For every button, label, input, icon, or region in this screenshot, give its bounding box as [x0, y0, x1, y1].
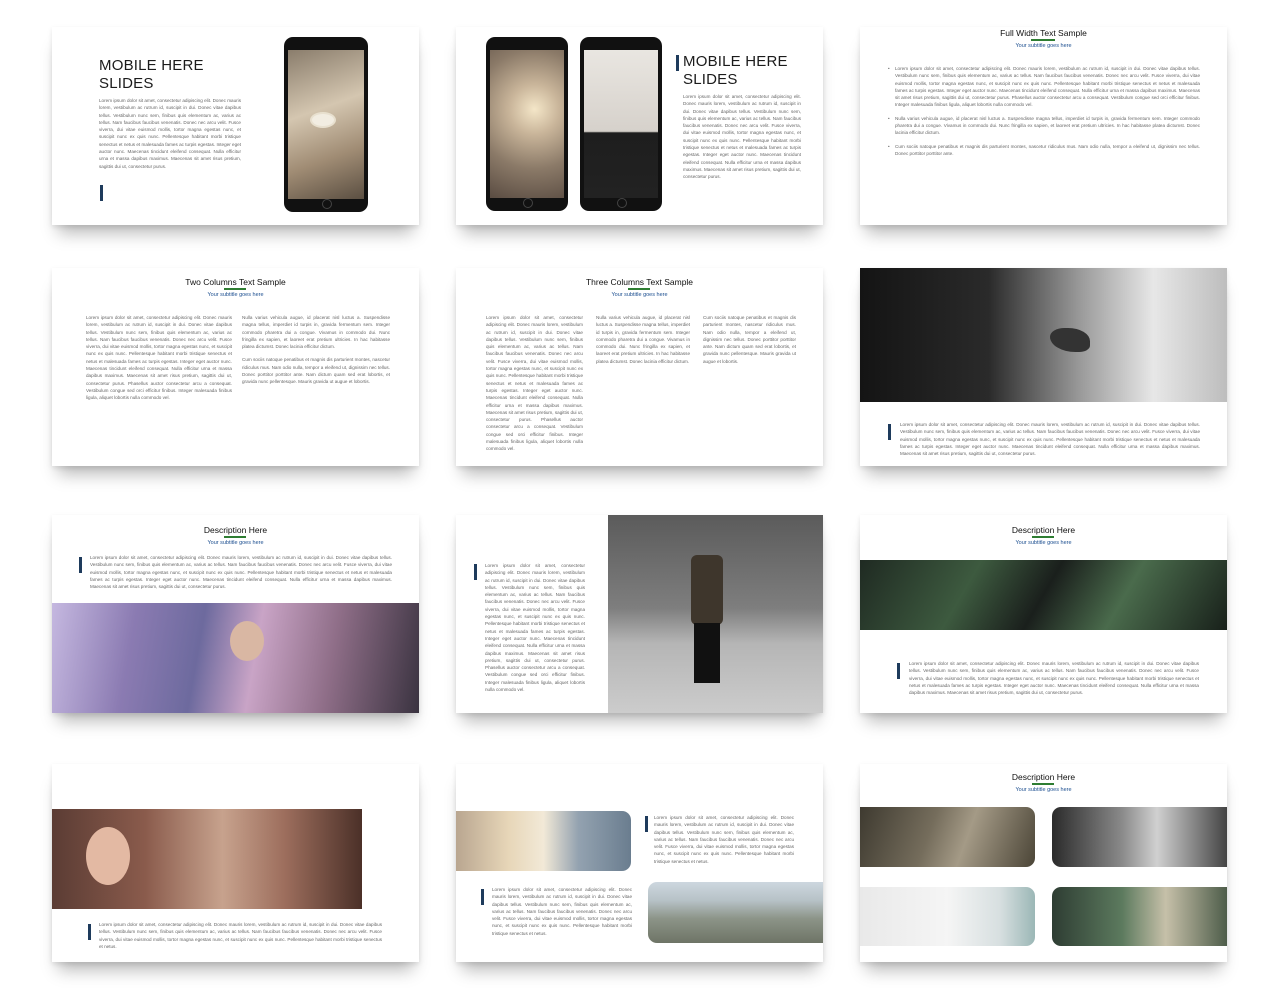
- column-left: Lorem ipsum dolor sit amet, consectetur …: [86, 315, 232, 401]
- title-underline: [628, 288, 650, 290]
- title-underline: [224, 536, 246, 538]
- slide-staggered-images[interactable]: Lorem ipsum dolor sit amet, consectetur …: [456, 764, 823, 962]
- slide-title: Description Here: [203, 525, 268, 535]
- photo-tattoo-man: [860, 268, 1227, 402]
- title-underline: [1032, 536, 1054, 538]
- accent-bar: [645, 816, 648, 832]
- accent-bar: [888, 424, 891, 440]
- slide-subtitle: Your subtitle goes here: [1015, 540, 1072, 546]
- title-line-1: MOBILE HERE: [99, 57, 204, 74]
- column-right-para-2: Cum sociis natoque penatibus et magnis d…: [242, 357, 390, 385]
- title-line-1: MOBILE HERE: [683, 53, 788, 70]
- slide-three-columns[interactable]: Three Columns Text Sample Your subtitle …: [456, 268, 823, 466]
- title-underline: [1032, 783, 1054, 785]
- slide-mobile-double[interactable]: MOBILE HERE SLIDES Lorem ipsum dolor sit…: [456, 27, 823, 225]
- slide-subtitle: Your subtitle goes here: [1015, 43, 1072, 49]
- slide-subtitle: Your subtitle goes here: [207, 540, 264, 546]
- photo-monstera-leaves: [860, 560, 1227, 630]
- column-right: Nulla varius vehicula augue, id placerat…: [242, 314, 390, 434]
- photo-leaf-hand: [860, 807, 1035, 867]
- accent-bar: [79, 557, 82, 573]
- accent-bar: [481, 889, 484, 905]
- body-text: Lorem ipsum dolor sit amet, consectetur …: [888, 65, 1200, 163]
- home-button-icon: [322, 199, 332, 209]
- body-text: Lorem ipsum dolor sit amet, consectetur …: [99, 98, 241, 169]
- column-right-para-1: Nulla varius vehicula augue, id placerat…: [242, 315, 390, 350]
- phone-photo-couple: [490, 50, 564, 198]
- accent-bar: [676, 55, 679, 71]
- title-line-2: SLIDES: [683, 71, 738, 88]
- home-button-icon: [617, 198, 627, 208]
- phone-mockup-left: [486, 37, 568, 211]
- photo-kitchen-woman: [1052, 887, 1227, 946]
- phone-photo-woman: [584, 50, 658, 198]
- photo-street-protest: [1052, 807, 1227, 867]
- slide-title: Description Here: [1011, 772, 1076, 782]
- slide-title: MOBILE HERE SLIDES: [99, 57, 204, 93]
- photo-office-meeting: [456, 811, 631, 871]
- body-text: Lorem ipsum dolor sit amet, consectetur …: [90, 555, 392, 590]
- bullet-2: Nulla varius vehicula augue, id placerat…: [888, 115, 1200, 137]
- slide-subtitle: Your subtitle goes here: [611, 292, 668, 298]
- body-text: Lorem ipsum dolor sit amet, consectetur …: [485, 563, 585, 692]
- slide-description-image-grid[interactable]: Description Here Your subtitle goes here: [860, 764, 1227, 962]
- slide-title: Three Columns Text Sample: [585, 277, 694, 287]
- photo-woman-building: [52, 603, 419, 713]
- photo-mountains: [648, 882, 823, 943]
- slide-image-top-left[interactable]: Lorem ipsum dolor sit amet, consectetur …: [52, 764, 419, 962]
- column-3: Cum sociis natoque penatibus et magnis d…: [703, 315, 796, 364]
- home-button-icon: [523, 198, 533, 208]
- title-underline: [1031, 39, 1055, 41]
- accent-bar: [100, 185, 103, 201]
- phone-mockup-right: [580, 37, 662, 211]
- body-text-left: Lorem ipsum dolor sit amet, consectetur …: [492, 887, 632, 936]
- slide-title: MOBILE HERE SLIDES: [683, 53, 788, 89]
- column-2: Nulla varius vehicula augue, id placerat…: [596, 315, 690, 364]
- slide-subtitle: Your subtitle goes here: [207, 292, 264, 298]
- column-1: Lorem ipsum dolor sit amet, consectetur …: [486, 315, 583, 452]
- slide-title: Two Columns Text Sample: [185, 277, 286, 287]
- body-text: Lorem ipsum dolor sit amet, consectetur …: [900, 422, 1200, 457]
- body-text-right: Lorem ipsum dolor sit amet, consectetur …: [654, 815, 794, 864]
- photo-man-walking: [608, 515, 823, 713]
- bullet-3: Cum sociis natoque penatibus et magnis d…: [888, 143, 1200, 158]
- bullet-1: Lorem ipsum dolor sit amet, consectetur …: [888, 65, 1200, 109]
- accent-bar: [88, 924, 91, 940]
- body-text: Lorem ipsum dolor sit amet, consectetur …: [909, 661, 1199, 696]
- phone-mockup: [284, 37, 368, 212]
- slide-title: Full Width Text Sample: [1000, 28, 1087, 38]
- slide-mobile-single[interactable]: MOBILE HERE SLIDES Lorem ipsum dolor sit…: [52, 27, 419, 225]
- slide-full-width-text[interactable]: Full Width Text Sample Your subtitle goe…: [860, 27, 1227, 225]
- slide-subtitle: Your subtitle goes here: [1015, 787, 1072, 793]
- accent-bar: [474, 564, 477, 580]
- slide-title: Description Here: [1011, 525, 1076, 535]
- slide-image-top-text[interactable]: Lorem ipsum dolor sit amet, consectetur …: [860, 268, 1227, 466]
- slide-two-columns[interactable]: Two Columns Text Sample Your subtitle go…: [52, 268, 419, 466]
- photo-bathroom: [860, 887, 1035, 946]
- body-text: Lorem ipsum dolor sit amet, consectetur …: [683, 94, 801, 180]
- accent-bar: [897, 663, 900, 679]
- body-text: Lorem ipsum dolor sit amet, consectetur …: [99, 922, 382, 949]
- phone-photo-tea: [288, 50, 364, 199]
- slide-description-image-bottom[interactable]: Description Here Your subtitle goes here…: [52, 515, 419, 713]
- title-line-2: SLIDES: [99, 75, 154, 92]
- slide-description-image-middle[interactable]: Description Here Your subtitle goes here…: [860, 515, 1227, 713]
- title-underline: [224, 288, 246, 290]
- slide-text-left-image-right[interactable]: Lorem ipsum dolor sit amet, consectetur …: [456, 515, 823, 713]
- photo-woman-portrait: [52, 809, 362, 909]
